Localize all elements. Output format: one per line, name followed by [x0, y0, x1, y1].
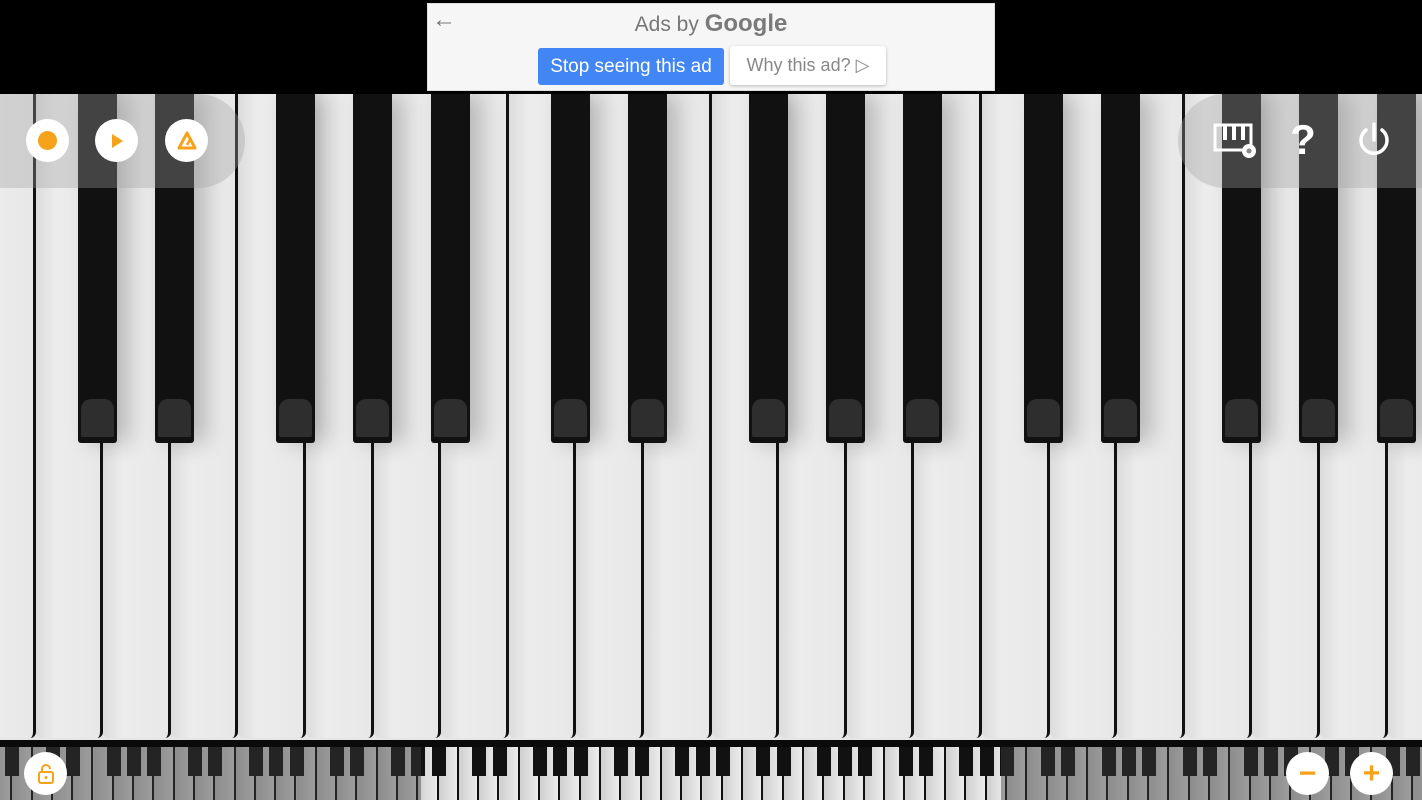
mini-black-key: [66, 747, 81, 776]
mini-black-key: [1243, 747, 1258, 776]
google-logo: Google: [704, 10, 788, 37]
mini-black-key: [330, 747, 345, 776]
black-key[interactable]: [903, 94, 942, 443]
why-this-ad-button[interactable]: Why this ad? ▷: [730, 46, 886, 85]
power-icon: [1359, 122, 1389, 155]
adchoices-icon: ▷: [855, 55, 870, 75]
play-icon: [111, 133, 123, 148]
help-icon: ?: [1290, 116, 1316, 163]
help-button[interactable]: ?: [1288, 116, 1318, 163]
keyboard-settings-icon: [1213, 123, 1256, 158]
left-toolbar: [0, 94, 245, 188]
right-toolbar: ?: [1178, 94, 1422, 188]
ad-banner: ← Ads by Google Stop seeing this ad Why …: [427, 3, 995, 91]
mini-black-key: [147, 747, 162, 776]
zoom-out-button[interactable]: −: [1286, 752, 1329, 795]
mini-black-key: [1121, 747, 1136, 776]
lock-button[interactable]: [24, 752, 67, 795]
mini-black-key: [1142, 747, 1157, 776]
stop-seeing-ad-button[interactable]: Stop seeing this ad: [538, 48, 724, 85]
why-this-ad-label: Why this ad?: [746, 55, 851, 75]
metronome-button[interactable]: [165, 119, 208, 162]
mini-black-key: [391, 747, 405, 776]
mini-black-key: [188, 747, 202, 776]
mini-black-key: [1040, 747, 1055, 776]
metronome-icon: [177, 131, 196, 149]
mini-black-key: [1101, 747, 1116, 776]
mini-black-key: [1000, 747, 1014, 776]
black-key[interactable]: [1024, 94, 1063, 443]
zoom-in-button[interactable]: +: [1350, 752, 1393, 795]
record-button[interactable]: [26, 119, 69, 162]
mini-black-key: [208, 747, 223, 776]
plus-icon: +: [1362, 756, 1381, 790]
white-key[interactable]: [0, 94, 36, 738]
mini-black-key: [127, 747, 142, 776]
minus-icon: −: [1298, 756, 1317, 790]
mini-black-key: [269, 747, 284, 776]
keyboard-viewport-handle[interactable]: [421, 747, 1001, 800]
mini-black-key: [1203, 747, 1217, 776]
mini-black-key: [5, 747, 20, 776]
piano-keyboard: [0, 94, 1422, 740]
mini-black-key: [1182, 747, 1197, 776]
ad-title: Ads by Google: [428, 10, 994, 38]
keyboard-bottom-rail: [0, 740, 1422, 747]
black-key[interactable]: [826, 94, 865, 443]
play-button[interactable]: [95, 119, 138, 162]
mini-black-key: [350, 747, 365, 776]
unlock-icon: [37, 763, 54, 784]
record-icon: [38, 131, 57, 150]
black-key[interactable]: [276, 94, 315, 443]
black-key[interactable]: [431, 94, 470, 443]
mini-black-key: [289, 747, 304, 776]
black-key[interactable]: [749, 94, 788, 443]
black-key[interactable]: [1101, 94, 1140, 443]
mini-black-key: [1060, 747, 1075, 776]
keyboard-settings-button[interactable]: [1212, 122, 1260, 160]
mini-black-key: [1406, 747, 1420, 776]
black-key[interactable]: [551, 94, 590, 443]
ad-title-prefix: Ads by: [634, 13, 699, 36]
mini-black-key: [106, 747, 121, 776]
mini-black-key: [248, 747, 263, 776]
mini-black-key: [1263, 747, 1278, 776]
black-key[interactable]: [353, 94, 392, 443]
power-button[interactable]: [1356, 121, 1392, 159]
black-key[interactable]: [628, 94, 667, 443]
